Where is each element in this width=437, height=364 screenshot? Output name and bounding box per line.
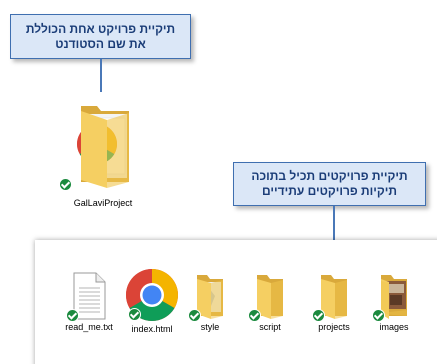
- sync-check-icon: [188, 309, 201, 322]
- sync-check-icon: [312, 309, 325, 322]
- callout-line: תיקיית פרויקט אחת הכוללת: [25, 21, 176, 36]
- callout-project-folder: תיקיית פרויקט אחת הכוללת את שם הסטודנט: [10, 14, 191, 59]
- file-item-index-html[interactable]: index.html: [123, 268, 181, 334]
- callout-line: תיקיות פרויקטים עתידיים: [262, 184, 397, 198]
- folder-name: projects: [318, 322, 350, 332]
- project-folder[interactable]: GalLaviProject: [55, 100, 151, 208]
- folder-with-chrome-icon: [77, 106, 129, 188]
- callout-line: תיקיית פרויקטים תכיל בתוכה: [251, 169, 408, 183]
- folder-item-style[interactable]: style: [188, 272, 232, 332]
- project-folder-name: GalLaviProject: [73, 198, 133, 208]
- folder-name: script: [259, 322, 281, 332]
- sync-check-icon: [66, 309, 79, 322]
- sync-check-icon: [248, 309, 261, 322]
- folder-name: style: [200, 322, 220, 332]
- callout-line: את שם הסטודנט: [55, 36, 146, 51]
- file-name: read_me.txt: [65, 322, 113, 332]
- callout-connector: [100, 59, 102, 92]
- sync-check-icon: [372, 309, 385, 322]
- sync-check-icon: [59, 178, 72, 191]
- file-explorer-pane: read_me.txt index.html style script proj…: [35, 240, 437, 364]
- folder-item-script[interactable]: script: [248, 272, 292, 332]
- folder-name: images: [379, 322, 409, 332]
- callout-projects-folder: תיקיית פרויקטים תכיל בתוכה תיקיות פרויקט…: [233, 162, 426, 206]
- sync-check-icon: [128, 308, 141, 321]
- file-name: index.html: [131, 324, 173, 334]
- file-item-read-me[interactable]: read_me.txt: [61, 272, 117, 332]
- folder-item-images[interactable]: images: [372, 272, 416, 332]
- folder-item-projects[interactable]: projects: [310, 272, 358, 332]
